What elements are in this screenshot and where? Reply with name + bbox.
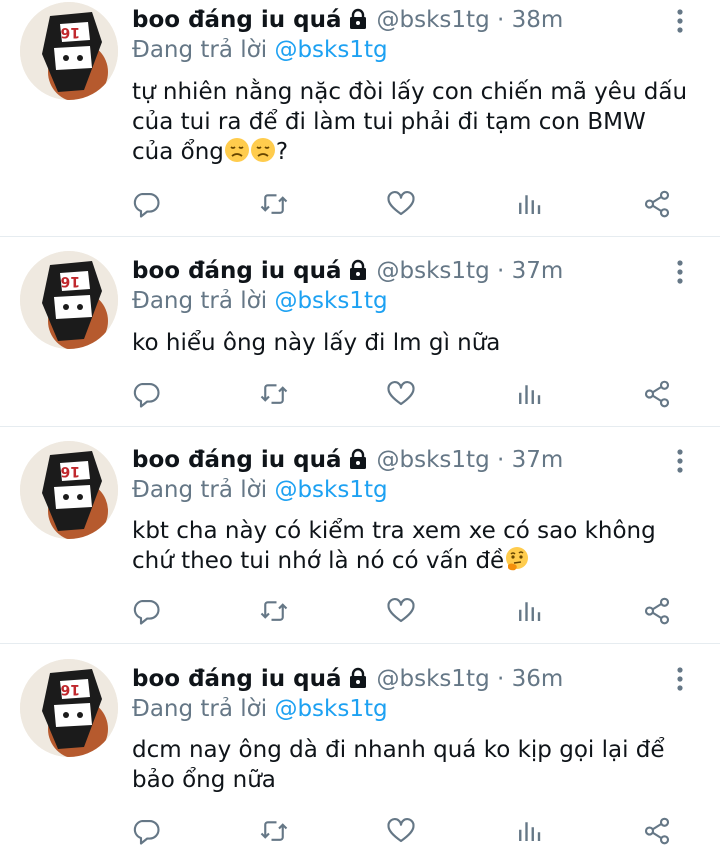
replying-prefix: Đang trả lời: [132, 37, 268, 63]
replying-mention[interactable]: @bsks1tg: [274, 37, 387, 63]
reply-icon[interactable]: [131, 596, 165, 630]
replying-mention[interactable]: @bsks1tg: [274, 477, 387, 503]
like-icon[interactable]: [386, 816, 420, 850]
tweet-text-body: dcm nay ông dà đi nhanh quá ko kịp gọi l…: [132, 737, 665, 793]
handle[interactable]: @bsks1tg: [377, 447, 490, 473]
tweet-header: boo đáng iu quá @bsks1tg · 37m: [132, 256, 563, 289]
thinking-face-emoji: [504, 546, 530, 572]
analytics-icon[interactable]: [514, 189, 548, 223]
action-bar: [0, 596, 720, 630]
avatar-image: 16: [20, 659, 118, 757]
tweet-text-body: tự nhiên nằng nặc đòi lấy con chiến mã y…: [132, 79, 688, 165]
replying-prefix: Đang trả lời: [132, 477, 268, 503]
like-icon[interactable]: [386, 189, 420, 223]
avatar-image: 16: [20, 251, 118, 349]
share-icon[interactable]: [642, 596, 676, 630]
display-name[interactable]: boo đáng iu quá: [132, 666, 342, 692]
like-icon[interactable]: [386, 596, 420, 630]
replying-to: Đang trả lời @bsks1tg: [132, 35, 388, 65]
svg-text:16: 16: [61, 681, 80, 697]
tweet[interactable]: 16 boo đáng iu quá @bsks1tg · 37m Đang tr…: [0, 237, 720, 426]
timestamp[interactable]: 37m: [512, 447, 564, 473]
separator: ·: [496, 7, 505, 33]
replying-mention[interactable]: @bsks1tg: [274, 696, 387, 722]
retweet-icon[interactable]: [259, 816, 293, 850]
display-name[interactable]: boo đáng iu quá: [132, 447, 342, 473]
handle[interactable]: @bsks1tg: [377, 258, 490, 284]
action-bar: [0, 816, 720, 850]
replying-prefix: Đang trả lời: [132, 288, 268, 314]
display-name[interactable]: boo đáng iu quá: [132, 258, 342, 284]
disappointed-face-emoji: [224, 137, 250, 163]
like-icon[interactable]: [386, 379, 420, 413]
more-options-icon[interactable]: [672, 259, 688, 285]
analytics-icon[interactable]: [514, 596, 548, 630]
replying-to: Đang trả lời @bsks1tg: [132, 475, 388, 505]
analytics-icon[interactable]: [514, 816, 548, 850]
analytics-icon[interactable]: [514, 379, 548, 413]
avatar[interactable]: 16: [20, 441, 118, 539]
share-icon[interactable]: [642, 816, 676, 850]
retweet-icon[interactable]: [259, 596, 293, 630]
lock-icon: [347, 259, 369, 289]
lock-icon: [347, 8, 369, 38]
share-icon[interactable]: [642, 189, 676, 223]
display-name[interactable]: boo đáng iu quá: [132, 7, 342, 33]
replying-to: Đang trả lời @bsks1tg: [132, 286, 388, 316]
disappointed-face-emoji: [250, 137, 276, 163]
avatar[interactable]: 16: [20, 251, 118, 349]
avatar-image: 16: [20, 2, 118, 100]
lock-icon: [347, 448, 369, 478]
retweet-icon[interactable]: [259, 379, 293, 413]
tweet-text: dcm nay ông dà đi nhanh quá ko kịp gọi l…: [132, 735, 692, 795]
reply-icon[interactable]: [131, 816, 165, 850]
separator: ·: [496, 447, 505, 473]
tweet-text-body: kbt cha này có kiểm tra xem xe có sao kh…: [132, 518, 656, 574]
tweet[interactable]: 16 boo đáng iu quá @bsks1tg · 38m Đang tr…: [0, 0, 720, 236]
handle[interactable]: @bsks1tg: [377, 7, 490, 33]
avatar[interactable]: 16: [20, 2, 118, 100]
more-options-icon[interactable]: [672, 8, 688, 34]
reply-icon[interactable]: [131, 189, 165, 223]
replying-prefix: Đang trả lời: [132, 696, 268, 722]
action-bar: [0, 379, 720, 413]
avatar-image: 16: [20, 441, 118, 539]
tweet-text-body: ko hiểu ông này lấy đi lm gì nữa: [132, 330, 501, 356]
more-options-icon[interactable]: [672, 666, 688, 692]
timestamp[interactable]: 36m: [512, 666, 564, 692]
separator: ·: [496, 258, 505, 284]
action-bar: [0, 189, 720, 223]
svg-text:16: 16: [61, 463, 80, 479]
tweet-header: boo đáng iu quá @bsks1tg · 36m: [132, 664, 563, 697]
separator: ·: [496, 666, 505, 692]
retweet-icon[interactable]: [259, 189, 293, 223]
timestamp[interactable]: 38m: [512, 7, 564, 33]
avatar[interactable]: 16: [20, 659, 118, 757]
tweet-text-suffix: ?: [275, 139, 289, 165]
svg-text:16: 16: [61, 24, 80, 40]
share-icon[interactable]: [642, 379, 676, 413]
tweet[interactable]: 16 boo đáng iu quá @bsks1tg · 36m Đang tr…: [0, 644, 720, 862]
replying-to: Đang trả lời @bsks1tg: [132, 694, 388, 724]
tweet-header: boo đáng iu quá @bsks1tg · 38m: [132, 5, 563, 38]
handle[interactable]: @bsks1tg: [377, 666, 490, 692]
tweet-header: boo đáng iu quá @bsks1tg · 37m: [132, 445, 563, 478]
tweet-text: kbt cha này có kiểm tra xem xe có sao kh…: [132, 516, 692, 576]
tweet-text: tự nhiên nằng nặc đòi lấy con chiến mã y…: [132, 77, 692, 167]
reply-icon[interactable]: [131, 379, 165, 413]
timestamp[interactable]: 37m: [512, 258, 564, 284]
replying-mention[interactable]: @bsks1tg: [274, 288, 387, 314]
tweet[interactable]: 16 boo đáng iu quá @bsks1tg · 37m Đang tr…: [0, 427, 720, 643]
svg-text:16: 16: [61, 273, 80, 289]
tweet-text: ko hiểu ông này lấy đi lm gì nữa: [132, 328, 692, 358]
more-options-icon[interactable]: [672, 448, 688, 474]
lock-icon: [347, 667, 369, 697]
